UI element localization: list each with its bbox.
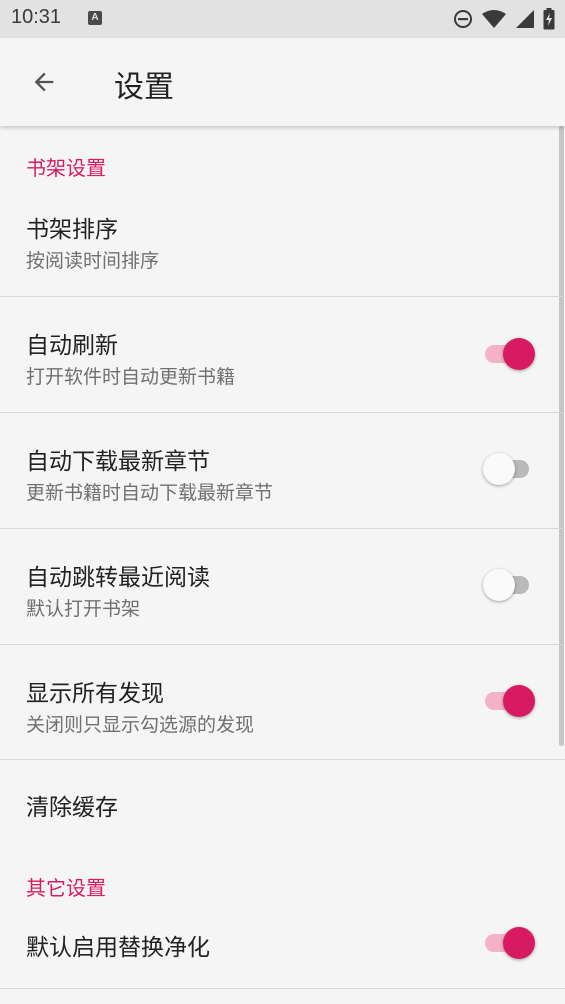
section-header-other: 其它设置 xyxy=(26,876,106,900)
battery-charging-icon xyxy=(543,8,555,30)
switch-thumb xyxy=(503,338,535,370)
setting-title: 自动下载最新章节 xyxy=(26,449,210,475)
setting-title: 显示所有发现 xyxy=(26,681,164,707)
auto-download-switch[interactable] xyxy=(483,452,535,486)
setting-bookshelf-sort[interactable]: 书架排序 按阅读时间排序 xyxy=(0,196,565,296)
status-icons xyxy=(453,7,555,31)
setting-summary: 更新书籍时自动下载最新章节 xyxy=(26,482,274,504)
setting-summary: 打开软件时自动更新书籍 xyxy=(26,366,236,388)
replace-purify-switch[interactable] xyxy=(483,926,535,960)
app-bar: 设置 xyxy=(0,38,565,126)
setting-title: 自动跳转最近阅读 xyxy=(26,565,210,591)
status-bar: 10:31 A xyxy=(0,0,565,38)
setting-title: 书架排序 xyxy=(26,217,118,243)
switch-thumb xyxy=(503,685,535,717)
show-all-discover-switch[interactable] xyxy=(483,684,535,718)
section-header-bookshelf: 书架设置 xyxy=(26,156,106,180)
auto-refresh-switch[interactable] xyxy=(483,337,535,371)
settings-list[interactable]: 书架设置 书架排序 按阅读时间排序 自动刷新 打开软件时自动更新书籍 自动下载最… xyxy=(0,126,565,1004)
switch-thumb xyxy=(483,453,515,485)
wifi-icon xyxy=(482,10,506,28)
app-notification-icon: A xyxy=(88,11,102,25)
setting-title: 自动刷新 xyxy=(26,333,118,359)
switch-thumb xyxy=(503,927,535,959)
status-time: 10:31 xyxy=(11,6,62,28)
setting-title: 清除缓存 xyxy=(26,795,118,821)
setting-auto-jump[interactable]: 自动跳转最近阅读 默认打开书架 xyxy=(0,529,565,644)
setting-replace-purify[interactable]: 默认启用替换净化 xyxy=(0,906,565,988)
setting-summary: 按阅读时间排序 xyxy=(26,250,160,272)
setting-auto-download[interactable]: 自动下载最新章节 更新书籍时自动下载最新章节 xyxy=(0,413,565,528)
setting-summary: 默认打开书架 xyxy=(26,598,141,620)
setting-show-all-discover[interactable]: 显示所有发现 关闭则只显示勾选源的发现 xyxy=(0,645,565,760)
page-title: 设置 xyxy=(114,70,174,105)
divider xyxy=(0,988,565,989)
setting-title: 默认启用替换净化 xyxy=(26,935,210,961)
setting-clear-cache[interactable]: 清除缓存 xyxy=(0,760,565,846)
do-not-disturb-icon xyxy=(454,10,472,28)
cell-signal-icon xyxy=(516,10,534,28)
setting-summary: 关闭则只显示勾选源的发现 xyxy=(26,714,255,736)
setting-auto-refresh[interactable]: 自动刷新 打开软件时自动更新书籍 xyxy=(0,297,565,412)
auto-jump-switch[interactable] xyxy=(483,568,535,602)
back-button[interactable] xyxy=(22,60,66,104)
arrow-back-icon xyxy=(34,72,54,92)
switch-thumb xyxy=(483,569,515,601)
